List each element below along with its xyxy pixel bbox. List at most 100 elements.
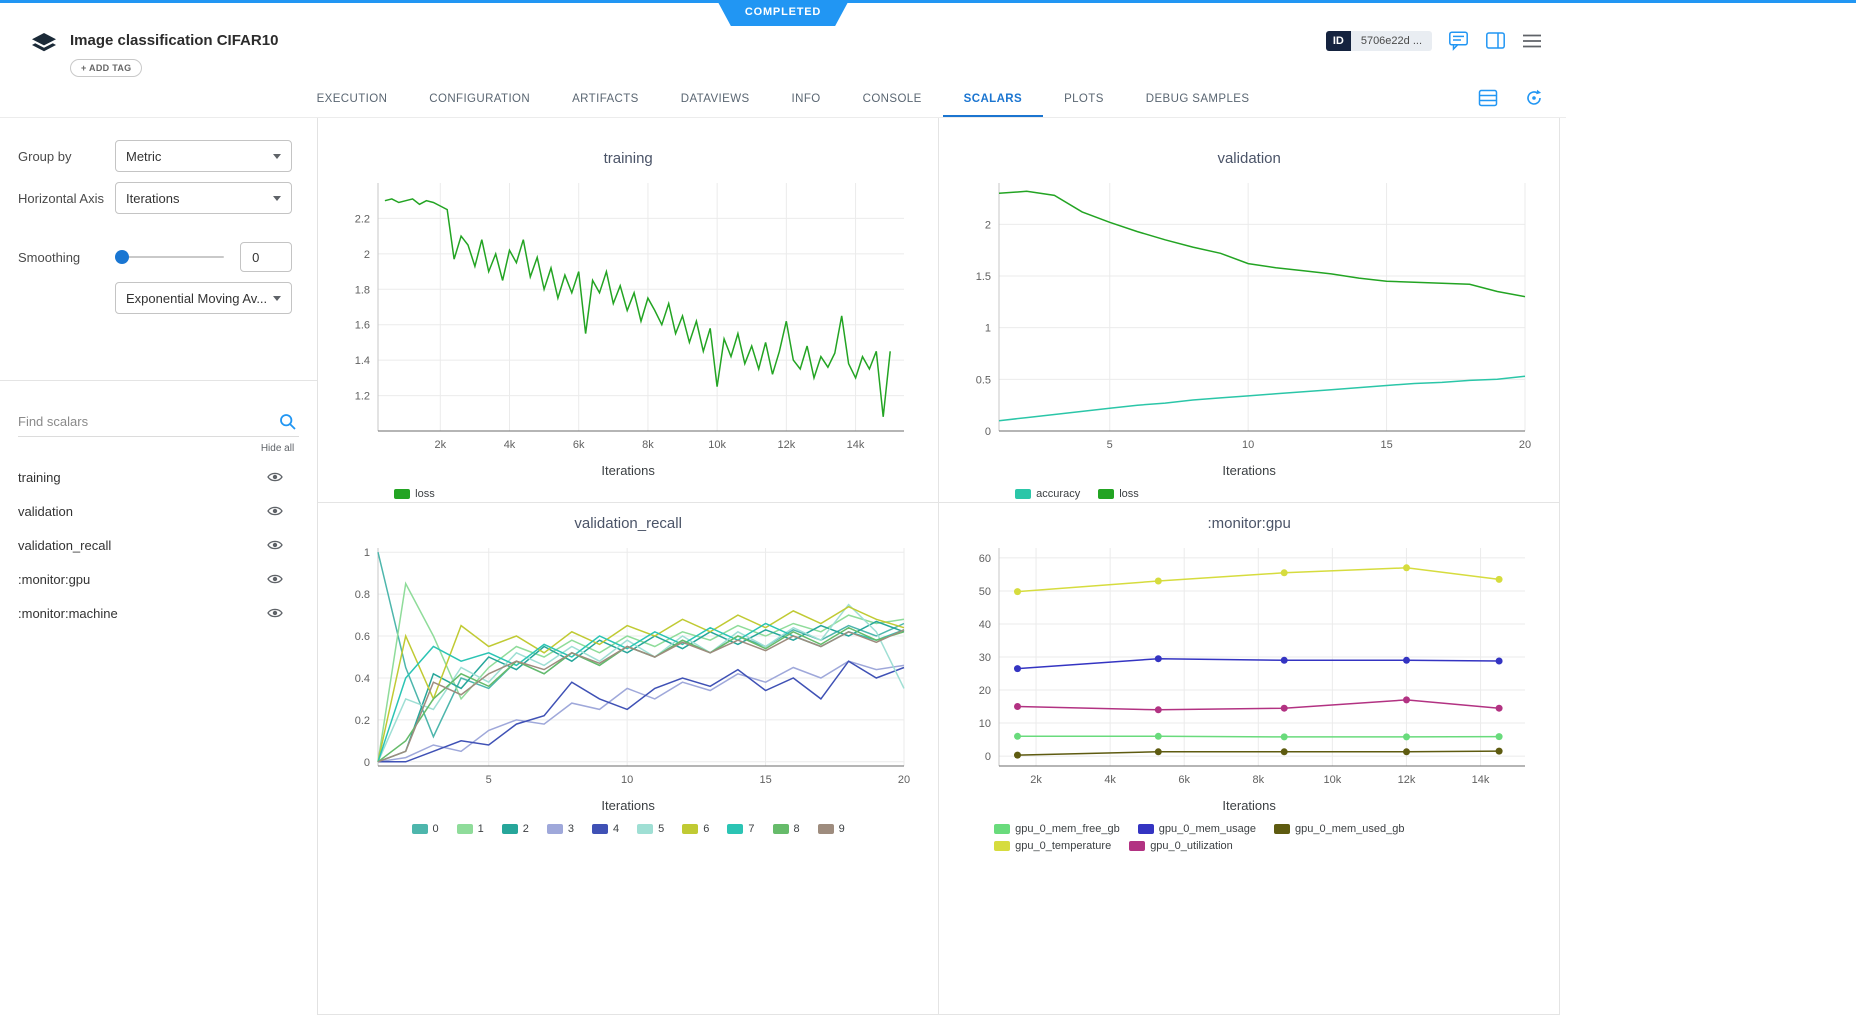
tab-execution[interactable]: EXECUTION bbox=[296, 81, 409, 117]
legend-item-gpu_0_mem_usage[interactable]: gpu_0_mem_usage bbox=[1138, 823, 1256, 835]
svg-text:2: 2 bbox=[985, 219, 991, 231]
legend-item-gpu_0_utilization[interactable]: gpu_0_utilization bbox=[1129, 840, 1233, 852]
horizontal-axis-select[interactable]: Iterations bbox=[115, 182, 292, 214]
scalar-item[interactable]: validation bbox=[0, 494, 317, 528]
chevron-down-icon bbox=[273, 154, 281, 163]
legend-item-loss[interactable]: loss bbox=[394, 488, 435, 500]
experiment-id-chip[interactable]: ID 5706e22d ... bbox=[1326, 31, 1432, 51]
legend-swatch bbox=[547, 824, 563, 834]
legend-item-7[interactable]: 7 bbox=[727, 823, 754, 835]
svg-text:2k: 2k bbox=[1030, 774, 1042, 786]
group-by-label: Group by bbox=[18, 149, 115, 164]
chart-plot[interactable]: 2k4k6k8k10k12k14k1.21.41.61.822.2 bbox=[318, 173, 938, 455]
legend-label: accuracy bbox=[1036, 488, 1080, 500]
scalar-metric-list: trainingvalidation validation_recall :moni… bbox=[0, 460, 317, 630]
legend-item-3[interactable]: 3 bbox=[547, 823, 574, 835]
svg-text:0.4: 0.4 bbox=[355, 673, 370, 685]
group-by-select[interactable]: Metric bbox=[115, 140, 292, 172]
chart-x-axis-label: Iterations bbox=[318, 790, 938, 819]
tab-bar: EXECUTIONCONFIGURATIONARTIFACTSDATAVIEWS… bbox=[0, 81, 1566, 117]
smoothing-value-input[interactable] bbox=[240, 242, 292, 272]
comments-icon[interactable] bbox=[1448, 30, 1469, 51]
legend-item-9[interactable]: 9 bbox=[818, 823, 845, 835]
slider-handle[interactable] bbox=[115, 250, 129, 264]
svg-text:20: 20 bbox=[979, 685, 991, 697]
chart-card-validation: validation 510152000.511.52 Iterations a… bbox=[939, 118, 1560, 503]
legend-item-gpu_0_mem_used_gb[interactable]: gpu_0_mem_used_gb bbox=[1274, 823, 1404, 835]
add-tag-button[interactable]: + ADD TAG bbox=[70, 59, 142, 77]
svg-text:0: 0 bbox=[985, 426, 991, 438]
search-icon[interactable] bbox=[279, 413, 297, 436]
chart-plot[interactable]: 510152000.20.40.60.81 bbox=[318, 538, 938, 790]
tab-scalars[interactable]: SCALARS bbox=[943, 81, 1043, 117]
tab-artifacts[interactable]: ARTIFACTS bbox=[551, 81, 660, 117]
legend-item-5[interactable]: 5 bbox=[637, 823, 664, 835]
chart-legend: loss bbox=[318, 484, 938, 500]
eye-icon[interactable] bbox=[267, 505, 283, 517]
scalar-label: validation_recall bbox=[18, 538, 111, 553]
tab-configuration[interactable]: CONFIGURATION bbox=[408, 81, 551, 117]
legend-swatch bbox=[1098, 489, 1114, 499]
legend-item-4[interactable]: 4 bbox=[592, 823, 619, 835]
chart-legend: 0 1 2 3 4 5 6 7 8 9 bbox=[318, 819, 938, 835]
legend-item-1[interactable]: 1 bbox=[457, 823, 484, 835]
legend-label: 7 bbox=[748, 823, 754, 835]
svg-text:60: 60 bbox=[979, 553, 991, 565]
legend-item-accuracy[interactable]: accuracy bbox=[1015, 488, 1080, 500]
smoothing-method-select[interactable]: Exponential Moving Av... bbox=[115, 282, 292, 314]
legend-swatch bbox=[412, 824, 428, 834]
legend-item-gpu_0_mem_free_gb[interactable]: gpu_0_mem_free_gb bbox=[994, 823, 1120, 835]
legend-item-8[interactable]: 8 bbox=[773, 823, 800, 835]
scalar-item[interactable]: validation_recall bbox=[0, 528, 317, 562]
chart-card-monitor-gpu: :monitor:gpu 2k4k6k8k10k12k14k0102030405… bbox=[939, 503, 1560, 1015]
eye-icon[interactable] bbox=[267, 539, 283, 551]
legend-item-gpu_0_temperature[interactable]: gpu_0_temperature bbox=[994, 840, 1111, 852]
tab-console[interactable]: CONSOLE bbox=[842, 81, 943, 117]
legend-label: 2 bbox=[523, 823, 529, 835]
legend-label: loss bbox=[415, 488, 435, 500]
svg-text:8k: 8k bbox=[642, 439, 654, 451]
hide-all-link[interactable]: Hide all bbox=[0, 443, 317, 454]
legend-item-6[interactable]: 6 bbox=[682, 823, 709, 835]
legend-swatch bbox=[682, 824, 698, 834]
eye-icon[interactable] bbox=[267, 573, 283, 585]
legend-label: 1 bbox=[478, 823, 484, 835]
slider-track[interactable] bbox=[115, 256, 224, 258]
svg-text:50: 50 bbox=[979, 586, 991, 598]
legend-item-2[interactable]: 2 bbox=[502, 823, 529, 835]
details-panel-icon[interactable] bbox=[1485, 30, 1506, 51]
auto-refresh-icon[interactable] bbox=[1524, 88, 1544, 108]
svg-text:0.5: 0.5 bbox=[976, 374, 991, 386]
svg-text:30: 30 bbox=[979, 652, 991, 664]
scalars-settings-sidebar: Group by Metric Horizontal Axis Iteratio… bbox=[0, 118, 318, 1015]
svg-text:1.2: 1.2 bbox=[355, 391, 370, 403]
id-value: 5706e22d ... bbox=[1351, 31, 1432, 51]
svg-text:5: 5 bbox=[1107, 439, 1113, 451]
tab-info[interactable]: INFO bbox=[771, 81, 842, 117]
table-view-icon[interactable] bbox=[1478, 88, 1498, 108]
scalar-item[interactable]: :monitor:gpu bbox=[0, 562, 317, 596]
scalar-item[interactable]: training bbox=[0, 460, 317, 494]
menu-icon[interactable] bbox=[1522, 32, 1542, 50]
horizontal-axis-label: Horizontal Axis bbox=[18, 191, 115, 206]
eye-icon[interactable] bbox=[267, 607, 283, 619]
svg-text:0.2: 0.2 bbox=[355, 715, 370, 727]
tab-plots[interactable]: PLOTS bbox=[1043, 81, 1125, 117]
scalar-item[interactable]: :monitor:machine bbox=[0, 596, 317, 630]
chevron-down-icon bbox=[273, 296, 281, 305]
legend-swatch bbox=[818, 824, 834, 834]
chart-x-axis-label: Iterations bbox=[939, 790, 1559, 819]
find-scalars-input[interactable] bbox=[18, 407, 299, 436]
chart-title: validation bbox=[939, 118, 1559, 173]
legend-item-loss[interactable]: loss bbox=[1098, 488, 1139, 500]
eye-icon[interactable] bbox=[267, 471, 283, 483]
smoothing-slider[interactable] bbox=[115, 250, 224, 264]
tab-dataviews[interactable]: DATAVIEWS bbox=[660, 81, 771, 117]
tab-debug-samples[interactable]: DEBUG SAMPLES bbox=[1125, 81, 1271, 117]
legend-item-0[interactable]: 0 bbox=[412, 823, 439, 835]
chart-plot[interactable]: 2k4k6k8k10k12k14k0102030405060 bbox=[939, 538, 1559, 790]
chart-title: validation_recall bbox=[318, 503, 938, 538]
horizontal-axis-value: Iterations bbox=[126, 191, 179, 206]
chart-plot[interactable]: 510152000.511.52 bbox=[939, 173, 1559, 455]
svg-text:6k: 6k bbox=[573, 439, 585, 451]
